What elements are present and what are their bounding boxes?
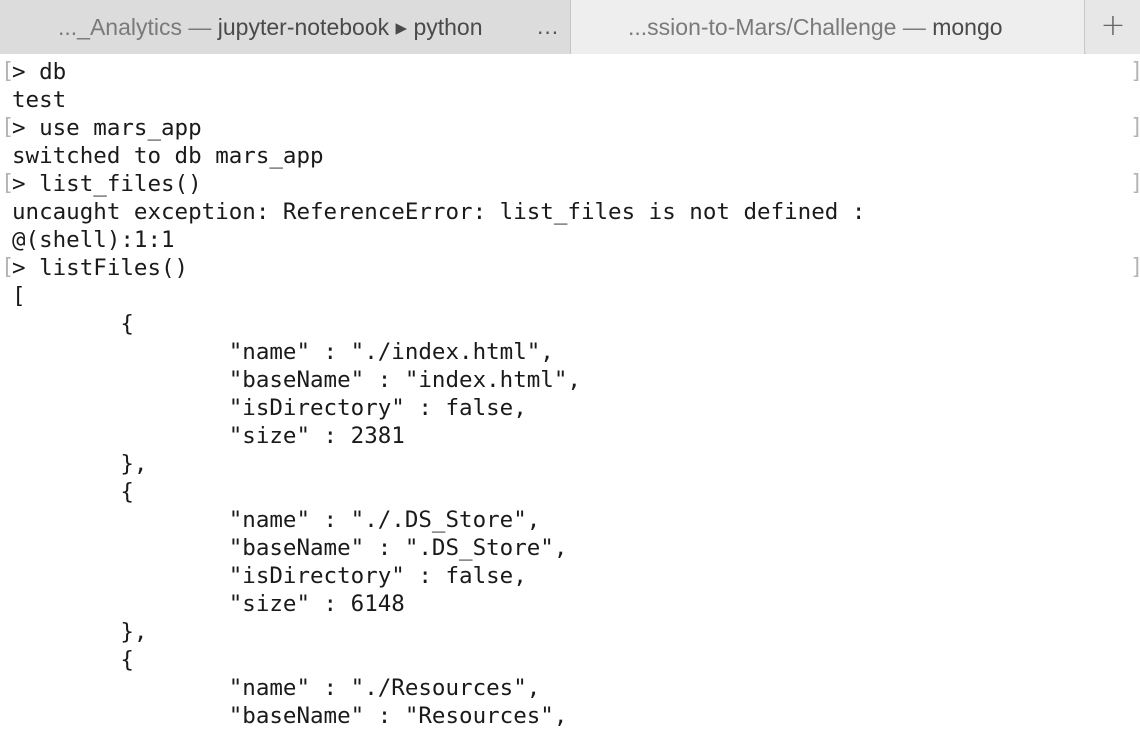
terminal-output-line: }, [12,451,148,477]
terminal-output-line: "name" : "./.DS_Store", [12,507,541,533]
tab-overflow-icon[interactable]: ... [537,13,559,40]
terminal-prompt-line: > use mars_app [12,115,202,141]
terminal-output-line: }, [12,619,148,645]
terminal-output[interactable]: > db[]test> use mars_app[]switched to db… [0,58,1140,740]
new-tab-button[interactable]: + [1086,0,1140,54]
terminal-output-line: "name" : "./Resources", [12,675,541,701]
tab-title: ..._Analytics — jupyter-notebook ▸ pytho… [58,14,483,40]
terminal-prompt-line: > db [12,59,67,85]
terminal-output-line: switched to db mars_app [12,143,324,169]
prompt-mark-close: ] [1130,114,1140,142]
terminal-output-line: "isDirectory" : false, [12,563,527,589]
tab-title: ...ssion-to-Mars/Challenge — mongo [628,14,1003,40]
terminal-output-line: { [12,311,134,337]
prompt-mark-open: [ [1,115,15,140]
terminal-prompt-line: > list_files() [12,171,202,197]
terminal-output-line: uncaught exception: ReferenceError: list… [12,199,866,225]
tab-jupyter-notebook[interactable]: ..._Analytics — jupyter-notebook ▸ pytho… [0,0,571,54]
tab-mongo[interactable]: ...ssion-to-Mars/Challenge — mongo [571,0,1085,54]
terminal-output-line: { [12,479,134,505]
terminal-prompt-line: > listFiles() [12,255,189,281]
prompt-mark-close: ] [1130,254,1140,282]
terminal-output-line: [ [12,283,26,309]
terminal-output-line: "size" : 2381 [12,423,405,449]
terminal-output-line: "isDirectory" : false, [12,395,527,421]
prompt-mark-open: [ [1,59,15,84]
terminal-output-line: "baseName" : ".DS_Store", [12,535,568,561]
prompt-mark-close: ] [1130,58,1140,86]
plus-icon: + [1100,8,1126,43]
terminal-output-line: @(shell):1:1 [12,227,175,253]
tab-bar: ..._Analytics — jupyter-notebook ▸ pytho… [0,0,1140,54]
terminal-output-line: { [12,647,134,673]
prompt-mark-open: [ [1,171,15,196]
terminal-output-line: "name" : "./index.html", [12,339,554,365]
prompt-mark-open: [ [1,255,15,280]
terminal-output-line: "size" : 6148 [12,591,405,617]
terminal-output-line: test [12,87,67,113]
terminal-output-line: "baseName" : "Resources", [12,703,568,729]
terminal-output-line: "baseName" : "index.html", [12,367,581,393]
prompt-mark-close: ] [1130,170,1140,198]
terminal-window: ..._Analytics — jupyter-notebook ▸ pytho… [0,0,1140,740]
